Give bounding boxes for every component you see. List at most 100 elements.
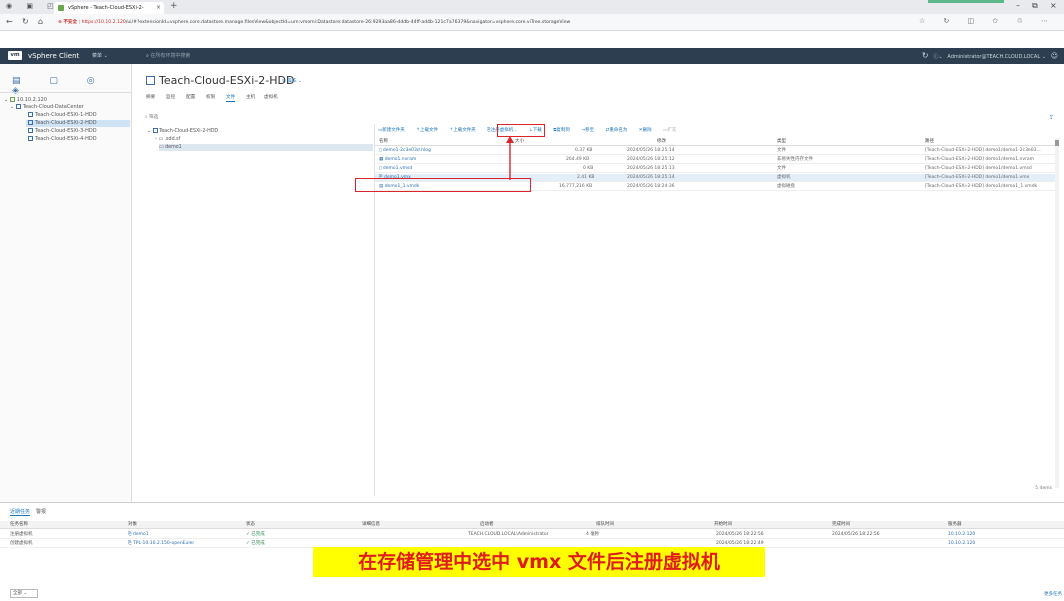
task-filter-select[interactable]: 全部 ⌄: [10, 589, 38, 598]
task-status-text: 已完成: [251, 541, 265, 546]
task-start: 2024/05/26 18:22:56: [716, 532, 764, 537]
task-server[interactable]: 10.10.2.120: [948, 530, 975, 539]
col-server[interactable]: 服务器: [948, 521, 962, 529]
filter-placeholder: 筛选: [149, 115, 159, 120]
menu-dropdown[interactable]: 菜单 ⌄: [92, 52, 108, 59]
column-header-size[interactable]: 大小: [515, 138, 524, 146]
folder-root-label: Teach-Cloud-ESXi-2-HDD: [159, 129, 219, 134]
task-queued: 4 毫秒: [586, 532, 600, 537]
table-row[interactable]: ▦ demo1.nvram 264.49 KB 2024/05/26 18:25…: [375, 156, 1055, 164]
restore-icon[interactable]: ⧉: [1032, 1, 1038, 11]
col-object[interactable]: 对象: [128, 521, 137, 529]
column-header-name[interactable]: 名称: [379, 138, 388, 146]
tab-hosts[interactable]: 主机: [246, 94, 255, 100]
col-details[interactable]: 详细信息: [362, 521, 380, 529]
search-icon: ⌕: [146, 53, 149, 59]
file-type: 虚拟机: [777, 175, 791, 180]
file-modified: 2024/05/26 18:25:12: [627, 157, 675, 162]
refresh-icon[interactable]: ↻: [22, 17, 29, 26]
tab-configure[interactable]: 配置: [186, 94, 195, 100]
grid-scrollbar[interactable]: [1055, 138, 1059, 488]
file-name[interactable]: ▯ demo1-2c3e03d.hlog: [379, 147, 509, 155]
task-name: 注册虚拟机: [10, 532, 33, 537]
file-type: 非易失性内存文件: [777, 157, 813, 162]
minimize-icon[interactable]: –: [1016, 1, 1020, 10]
delete-button[interactable]: ✕删除: [639, 128, 657, 133]
help-icon[interactable]: ⓘ⌄: [933, 54, 942, 60]
tab-summary[interactable]: 摘要: [146, 94, 155, 100]
more-tasks-link[interactable]: 更多任务: [1044, 591, 1062, 597]
datacenter-icon: [15, 104, 21, 109]
tree-item-datacenter[interactable]: ⌄ Teach-Cloud-DataCenter: [10, 104, 84, 111]
column-header-path[interactable]: 路径: [925, 138, 934, 146]
navigator-view-icons[interactable]: ▤ ▢ ◎ ◈: [12, 76, 131, 96]
scrollbar-thumb[interactable]: [1055, 140, 1059, 146]
global-search[interactable]: ⌕ 在所有环境中搜索: [146, 52, 190, 59]
table-row[interactable]: ▯ demo1.vmsd 0 KB 2024/05/26 18:25:13 文件…: [375, 165, 1055, 173]
home-icon[interactable]: ⌂: [38, 17, 43, 26]
col-task-name[interactable]: 任务名称: [10, 521, 28, 529]
file-icon: ▯: [379, 166, 382, 171]
task-object[interactable]: ⎘ demo1: [128, 530, 149, 539]
file-size: 264.49 KB: [566, 157, 590, 162]
col-end[interactable]: 完成时间: [832, 521, 850, 529]
col-queued[interactable]: 排队时间: [596, 521, 614, 529]
indicator-bar: [928, 0, 1004, 3]
page-title-text: Teach-Cloud-ESXi-2-HDD: [159, 74, 295, 87]
vsphere-favicon-icon: [58, 5, 64, 11]
smiley-icon[interactable]: ☺: [1051, 52, 1058, 60]
tab-monitor[interactable]: 监控: [166, 94, 175, 100]
tab-files[interactable]: 文件: [226, 94, 236, 102]
filter-input[interactable]: ⌕ 筛选: [145, 114, 158, 120]
tree-item-datastore-selected[interactable]: Teach-Cloud-ESXi-2-HDD: [26, 120, 130, 127]
col-status[interactable]: 状态: [246, 521, 255, 529]
rename-button[interactable]: ⇄重命名为: [606, 128, 633, 133]
tab-permissions[interactable]: 权限: [206, 94, 215, 100]
browser-toolbar-icons[interactable]: ☆ ↻ ◫ ✩ ♲ ⋯: [919, 17, 1056, 25]
column-header-type[interactable]: 类型: [777, 138, 786, 146]
header-right: ↻ ⓘ⌄ Administrator@TEACH.CLOUD.LOCAL ⌄ ☺: [921, 51, 1058, 60]
export-icon[interactable]: ⇪: [1049, 114, 1054, 121]
file-icon: ▯: [379, 148, 382, 153]
browser-nav-icons[interactable]: ◉ ▣ ◰: [6, 2, 60, 10]
upload-folder-button[interactable]: ⇡上载文件夹: [449, 128, 480, 133]
file-name[interactable]: ▦ demo1.nvram: [379, 156, 509, 164]
grid-header: 名称 大小 修改 类型 路径: [375, 138, 1055, 146]
file-size: 0.37 KB: [575, 148, 593, 153]
browser-tab[interactable]: vSphere - Teach-Cloud-ESXi-2- ×: [54, 2, 164, 14]
file-name[interactable]: ▯ demo1.vmsd: [379, 165, 509, 173]
tab-alarms[interactable]: 警报: [36, 508, 46, 515]
user-menu[interactable]: Administrator@TEACH.CLOUD.LOCAL: [947, 54, 1040, 60]
col-initiator[interactable]: 启动者: [480, 521, 494, 529]
tree-item-datastore[interactable]: Teach-Cloud-ESXi-1-HDD: [28, 112, 97, 119]
close-window-icon[interactable]: ×: [1050, 1, 1057, 10]
move-to-button[interactable]: →移至: [581, 128, 599, 133]
task-server[interactable]: 10.10.2.120: [948, 539, 975, 548]
tree-item-datastore[interactable]: Teach-Cloud-ESXi-4-HDD: [28, 136, 97, 143]
menu-label: 菜单: [92, 53, 103, 59]
task-object[interactable]: ⎘ TPL-10.10.2.150-openEuler: [128, 539, 194, 548]
divider: [0, 92, 132, 93]
copy-to-button[interactable]: ⧉复制到: [553, 128, 575, 133]
tab-recent-tasks[interactable]: 近期任务: [10, 508, 31, 516]
folder-tree-root[interactable]: ⌄ Teach-Cloud-ESXi-2-HDD: [147, 128, 218, 135]
table-row[interactable]: ▯ demo1-2c3e03d.hlog 0.37 KB 2024/05/26 …: [375, 147, 1055, 155]
task-filter-value: 全部: [13, 591, 22, 596]
tree-item-datastore[interactable]: Teach-Cloud-ESXi-3-HDD: [28, 128, 97, 135]
actions-menu[interactable]: ≡ 操作 ⌄: [282, 78, 302, 84]
tab-vms[interactable]: 虚拟机: [264, 94, 278, 100]
folder-item[interactable]: › ▭ .sdd.sf: [155, 136, 180, 143]
task-row[interactable]: 注册虚拟机 ⎘ demo1 ✓ 已完成 TEACH.CLOUD.LOCAL\Ad…: [0, 530, 1064, 539]
new-folder-button[interactable]: ▭新建文件夹: [378, 128, 410, 133]
inflate-button[interactable]: ▭扩充: [663, 128, 681, 133]
url-field[interactable]: ⊗ 不安全 | https://10.10.2.120/ui/#?extensi…: [58, 17, 828, 28]
col-start[interactable]: 开始时间: [714, 521, 732, 529]
folder-item-selected[interactable]: ▭ demo1: [159, 144, 373, 151]
back-icon[interactable]: ←: [6, 17, 13, 26]
column-header-modified[interactable]: 修改: [657, 138, 666, 146]
upload-files-button[interactable]: ⇡上载文件: [416, 128, 443, 133]
refresh-icon[interactable]: ↻: [922, 51, 929, 60]
close-tab-icon[interactable]: ×: [156, 2, 161, 14]
tree-item-host[interactable]: ⌄ 10.10.2.120: [4, 97, 47, 104]
new-tab-icon[interactable]: +: [170, 1, 178, 11]
